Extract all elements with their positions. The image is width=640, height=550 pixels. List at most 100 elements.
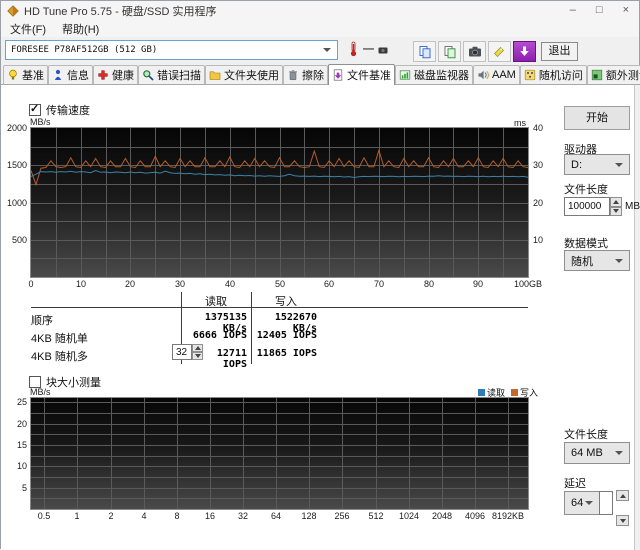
copy-icon [419, 45, 430, 58]
tab-label: 文件基准 [347, 70, 391, 82]
write-value: 12405 IOPS [256, 330, 317, 341]
delay-input[interactable] [599, 491, 613, 515]
step-up-icon[interactable] [610, 197, 622, 207]
delay-step-up[interactable] [616, 490, 629, 501]
minimize-button[interactable]: – [570, 2, 576, 18]
file-benchmark-icon [333, 69, 343, 81]
tab-extra-tests[interactable]: 额外测试 [586, 65, 640, 84]
health-cross-icon [98, 70, 108, 80]
file-length-stepper[interactable] [610, 197, 622, 216]
menu-file[interactable]: 文件(F) [10, 21, 46, 37]
tab-file-benchmark[interactable]: 文件基准 [328, 64, 395, 85]
tab-aam[interactable]: AAM [473, 65, 520, 84]
x-tick: 100GB [513, 279, 543, 289]
delay-value: 64 [571, 497, 584, 509]
tab-benchmark[interactable]: 基准 [3, 65, 48, 84]
step-up-icon[interactable] [192, 344, 203, 352]
queue-depth-stepper[interactable] [192, 344, 203, 360]
x-tick: 0 [28, 279, 34, 289]
tab-label: 随机访问 [538, 70, 583, 82]
delay-label: 延迟 [564, 478, 586, 490]
copy-text-button[interactable] [413, 41, 436, 62]
dice-icon [524, 69, 535, 81]
tab-label: 文件夹使用 [224, 70, 279, 82]
y-tick: 5 [21, 483, 27, 493]
tab-health[interactable]: 健康 [93, 65, 138, 84]
write-value: 11865 IOPS [256, 348, 317, 359]
menu-bar: 文件(F) 帮助(H) [1, 20, 639, 37]
drive-dropdown-value: D: [571, 158, 582, 171]
file-length-value: 100000 [568, 201, 602, 212]
row-label: 4KB 随机多 [31, 351, 88, 363]
table-header-rule [31, 307, 528, 308]
magnifier-icon [143, 70, 154, 81]
tag-icon [494, 47, 504, 57]
file-length2-value: 64 MB [571, 447, 603, 459]
right-y-tick: 20 [533, 198, 544, 208]
y-axis-unit: MB/s [30, 117, 51, 127]
y-tick: 20 [16, 419, 27, 429]
hdtune-window: HD Tune Pro 5.75 - 硬盘/SSD 实用程序 – □ × 文件(… [0, 0, 640, 550]
bulb-icon [9, 69, 17, 80]
transfer-speed-checkbox[interactable]: 传输速度 [29, 102, 90, 118]
x-tick: 90 [472, 279, 483, 289]
app-icon [7, 4, 19, 17]
bar-chart-icon [399, 70, 411, 80]
start-button[interactable]: 开始 [564, 106, 630, 130]
drive-select-combo[interactable]: FORESEE P78AF512GB (512 GB) [5, 40, 338, 60]
file-length2-dropdown[interactable]: 64 MB [564, 442, 630, 464]
tab-label: 信息 [67, 70, 89, 82]
camera-icon [468, 46, 481, 56]
file-length-input[interactable]: 100000 [564, 197, 610, 216]
tab-info[interactable]: 信息 [48, 65, 93, 84]
y-tick: 2000 [6, 123, 27, 133]
menu-help[interactable]: 帮助(H) [62, 21, 99, 37]
maximize-button[interactable]: □ [596, 2, 603, 18]
x-tick: 80 [423, 279, 434, 289]
close-button[interactable]: × [623, 2, 629, 18]
y-tick: 10 [16, 461, 27, 471]
main-content: 传输速度 MB/s200015001000500ms40302010010203… [1, 85, 640, 550]
delay-step-down[interactable] [616, 515, 629, 526]
x-tick: 10 [75, 279, 86, 289]
person-info-icon [54, 69, 62, 80]
queue-depth-value: 32 [176, 346, 188, 358]
copy-image-icon [444, 45, 455, 58]
screenshot-button[interactable] [463, 41, 486, 62]
tab-label: 错误扫描 [157, 70, 201, 82]
x-tick: 20 [124, 279, 135, 289]
exit-button[interactable]: 退出 [541, 42, 578, 61]
y-tick: 25 [16, 397, 27, 407]
transfer-chart: MB/s 2000 1500 1000 500 ms 40 30 20 10 0 10 20 30 40 50… [1, 117, 561, 293]
tab-bar: 基准 信息 健康 错误扫描 文件夹使用 擦除 文件基准 磁盘监视器 AAM 随机… [1, 64, 640, 85]
step-down-icon[interactable] [610, 206, 622, 216]
folder-icon [209, 71, 221, 80]
save-results-button[interactable] [513, 41, 536, 62]
right-y-tick: 40 [533, 123, 544, 133]
tab-random-access[interactable]: 随机访问 [519, 65, 587, 84]
step-down-icon[interactable] [192, 352, 203, 360]
window-title: HD Tune Pro 5.75 - 硬盘/SSD 实用程序 [24, 5, 217, 18]
tab-erase[interactable]: 擦除 [283, 65, 328, 84]
data-mode-value: 随机 [571, 255, 593, 268]
tab-label: 健康 [112, 70, 134, 82]
extra-tests-icon [591, 69, 602, 81]
x-tick: 40 [224, 279, 235, 289]
delay-dropdown[interactable]: 64 [564, 491, 600, 515]
queue-depth-input[interactable]: 32 [172, 344, 192, 360]
x-tick: 60 [323, 279, 334, 289]
right-axis-unit: ms [514, 118, 526, 128]
x-tick: 8192KB [491, 511, 525, 521]
speaker-icon [478, 70, 489, 80]
tab-folder-usage[interactable]: 文件夹使用 [205, 65, 283, 84]
save-label-button[interactable] [488, 41, 511, 62]
copy-image-button[interactable] [438, 41, 461, 62]
read-value: 12711 IOPS [216, 348, 247, 370]
tab-disk-monitor[interactable]: 磁盘监视器 [395, 65, 473, 84]
disk-icon [378, 47, 388, 54]
drive-dropdown[interactable]: D: [564, 154, 630, 175]
data-mode-dropdown[interactable]: 随机 [564, 250, 630, 271]
tab-error-scan[interactable]: 错误扫描 [138, 65, 205, 84]
title-bar: HD Tune Pro 5.75 - 硬盘/SSD 实用程序 – □ × [1, 1, 639, 20]
drive-combo-value: FORESEE P78AF512GB (512 GB) [11, 45, 158, 55]
